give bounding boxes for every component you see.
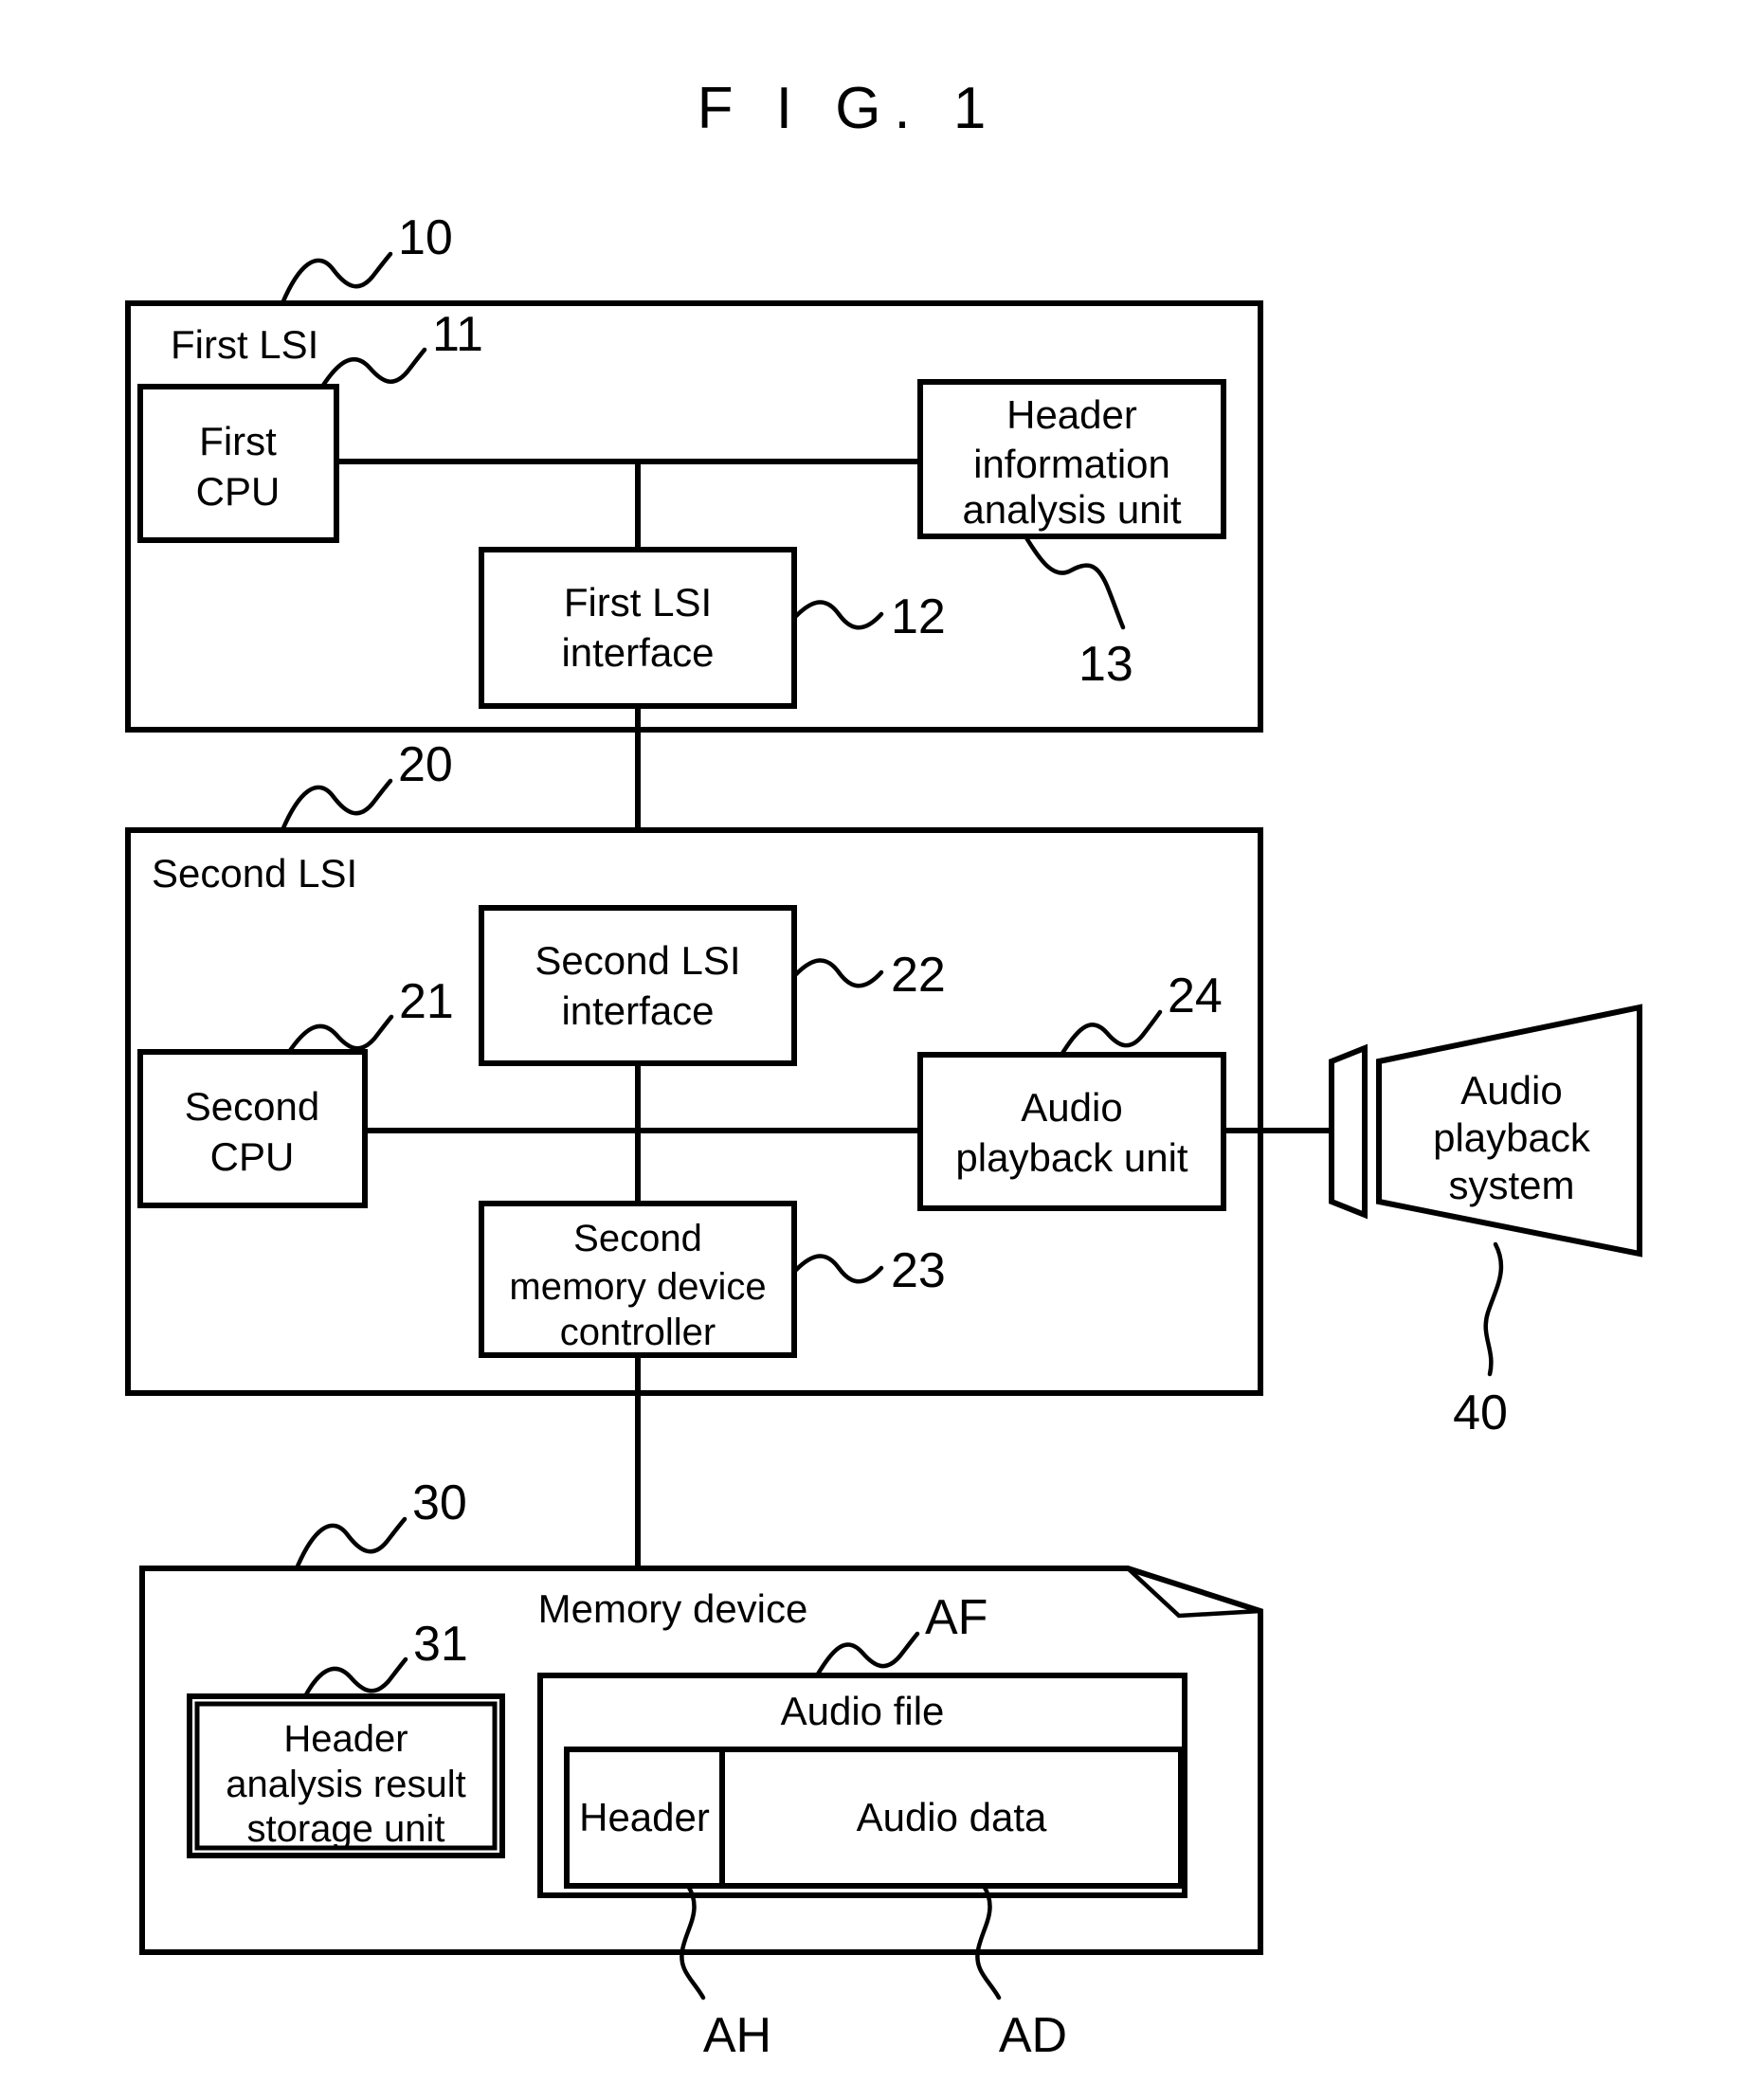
ref-12-label: 12 — [891, 589, 946, 644]
ref-31-label: 31 — [413, 1617, 468, 1672]
first-lsi-interface-box — [479, 547, 797, 709]
audio-file-part-audio-data-label: Audio data — [857, 1795, 1047, 1839]
audio-playback-unit-label-line1: Audio — [1021, 1085, 1122, 1130]
header-info-analysis-label-line3: analysis unit — [962, 487, 1181, 532]
ref-AD-label: AD — [999, 2008, 1067, 2063]
ref-24-label: 24 — [1168, 969, 1223, 1023]
ref-30-leader-line — [294, 1516, 408, 1571]
ref-20-label: 20 — [398, 737, 453, 792]
first-lsi-interface-label-line2: interface — [561, 630, 714, 675]
audio-playback-unit-box — [917, 1052, 1226, 1211]
second-cpu-label-line1: Second — [185, 1084, 319, 1129]
second-memory-controller-label-line1: Second — [573, 1218, 702, 1259]
figure-diagram: F I G. 1 First LSI 10 First CPU 11 First… — [125, 76, 1642, 2063]
ref-20-leader-line — [280, 778, 393, 833]
speaker-neck-icon — [1329, 1043, 1368, 1220]
ref-AF-label: AF — [925, 1590, 988, 1645]
ref-13-label: 13 — [1078, 637, 1133, 692]
second-lsi-interface-label-line2: interface — [561, 988, 714, 1033]
ref-AH-label: AH — [703, 2008, 771, 2063]
ref-22-label: 22 — [891, 948, 946, 1003]
header-analysis-storage-label-line2: analysis result — [226, 1764, 465, 1805]
second-cpu-label-line2: CPU — [210, 1134, 295, 1179]
second-lsi-interface-box — [479, 905, 797, 1066]
audio-file-label: Audio file — [781, 1689, 945, 1733]
header-analysis-storage-label-line3: storage unit — [246, 1808, 444, 1850]
figure-title: F I G. 1 — [698, 76, 1000, 141]
second-lsi-interface-label-line1: Second LSI — [535, 938, 740, 983]
audio-playback-system-label-line3: system — [1448, 1163, 1574, 1207]
header-info-analysis-label-line1: Header — [1006, 392, 1137, 437]
audio-playback-unit-label-line2: playback unit — [955, 1135, 1187, 1180]
header-analysis-storage-label-line1: Header — [283, 1718, 408, 1760]
ref-40-leader-line — [1483, 1241, 1504, 1377]
ref-23-label: 23 — [891, 1243, 946, 1298]
second-memory-controller-label-line3: controller — [560, 1312, 716, 1353]
ref-10-leader-line — [280, 251, 393, 306]
memory-device-label: Memory device — [538, 1586, 808, 1631]
ref-11-label: 11 — [432, 307, 483, 362]
ref-40-label: 40 — [1453, 1385, 1508, 1440]
ref-10-label: 10 — [398, 210, 453, 265]
first-lsi-label: First LSI — [171, 322, 318, 367]
ref-21-label: 21 — [399, 974, 454, 1029]
first-lsi-interface-label-line1: First LSI — [564, 580, 712, 625]
first-cpu-box — [137, 384, 339, 543]
first-cpu-label-line2: CPU — [196, 469, 281, 514]
first-cpu-label-line1: First — [199, 419, 277, 463]
audio-file-part-header-label: Header — [579, 1795, 710, 1839]
second-lsi-label: Second LSI — [152, 851, 357, 896]
ref-30-label: 30 — [412, 1475, 467, 1530]
audio-playback-system-label-line1: Audio — [1460, 1068, 1562, 1113]
second-memory-controller-label-line2: memory device — [509, 1266, 766, 1308]
second-cpu-box — [137, 1049, 368, 1208]
header-info-analysis-label-line2: information — [973, 442, 1170, 486]
patent-figure-root: F I G. 1 First LSI 10 First CPU 11 First… — [0, 0, 1740, 2100]
audio-playback-system-label-line2: playback — [1433, 1115, 1591, 1160]
